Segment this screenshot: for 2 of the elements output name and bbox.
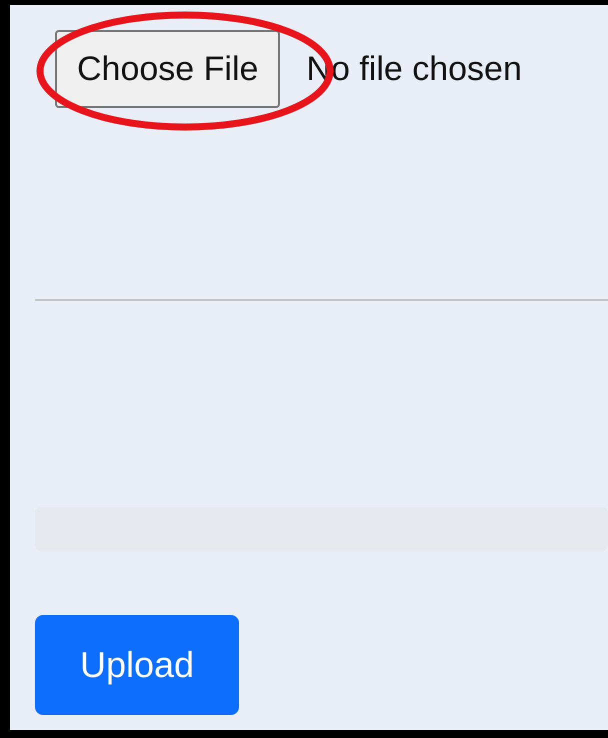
choose-file-button[interactable]: Choose File (55, 30, 280, 108)
upload-button[interactable]: Upload (35, 615, 239, 715)
